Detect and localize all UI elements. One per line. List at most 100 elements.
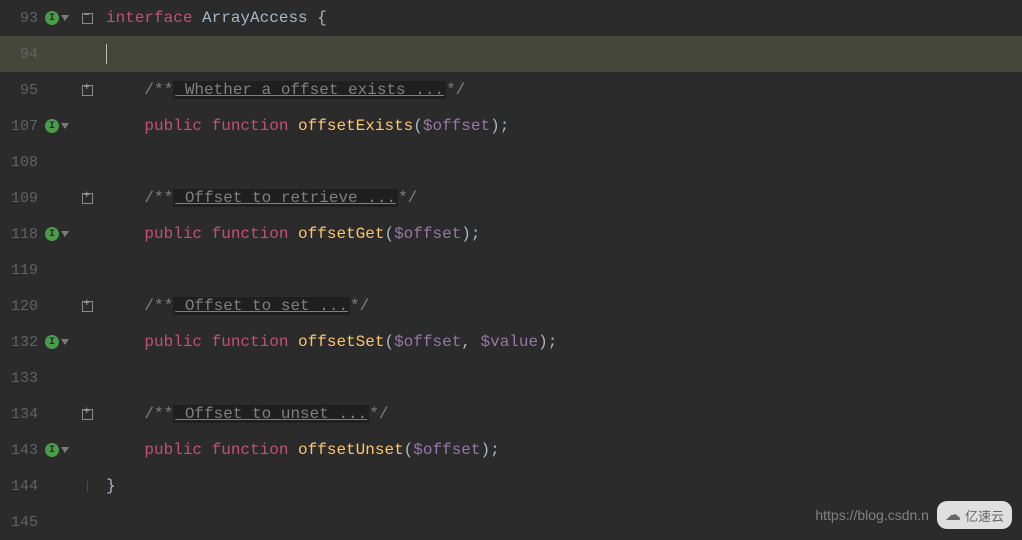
- token-kw2: interface: [106, 9, 192, 27]
- line-number: 119: [0, 262, 44, 279]
- fold-column: [72, 481, 102, 492]
- code-line[interactable]: 144}: [0, 468, 1022, 504]
- code-line[interactable]: 95 /** Whether a offset exists ...*/: [0, 72, 1022, 108]
- token-comment: */: [398, 189, 417, 207]
- token-kw2: function: [212, 225, 289, 243]
- implements-marker-icon[interactable]: I: [44, 443, 69, 457]
- watermark-brand: 亿速云: [965, 506, 1004, 525]
- token-punct: [202, 333, 212, 351]
- fold-column: [72, 85, 102, 96]
- code-content[interactable]: public function offsetSet($offset, $valu…: [102, 333, 1022, 351]
- token-punct: [288, 225, 298, 243]
- token-kw2: public: [144, 225, 202, 243]
- code-line[interactable]: 94: [0, 36, 1022, 72]
- line-number: 94: [0, 46, 44, 63]
- watermark: https://blog.csdn.n ☁ 亿速云: [815, 501, 1012, 529]
- watermark-url: https://blog.csdn.n: [815, 507, 929, 523]
- token-comment: */: [350, 297, 369, 315]
- gutter-marker-column: I: [44, 443, 72, 457]
- token-punct: );: [481, 441, 500, 459]
- fold-expand-icon[interactable]: [82, 193, 93, 204]
- code-line[interactable]: 143I public function offsetUnset($offset…: [0, 432, 1022, 468]
- code-line[interactable]: 109 /** Offset to retrieve ...*/: [0, 180, 1022, 216]
- token-fn: offsetGet: [298, 225, 384, 243]
- code-content[interactable]: /** Offset to set ...*/: [102, 297, 1022, 315]
- code-line[interactable]: 134 /** Offset to unset ...*/: [0, 396, 1022, 432]
- token-folded: Offset to set ...: [173, 297, 350, 315]
- implements-marker-icon[interactable]: I: [44, 227, 69, 241]
- line-number: 132: [0, 334, 44, 351]
- token-comment: /**: [144, 189, 173, 207]
- line-number: 120: [0, 298, 44, 315]
- token-kw2: public: [144, 441, 202, 459]
- code-content[interactable]: public function offsetUnset($offset);: [102, 441, 1022, 459]
- fold-collapse-icon[interactable]: [82, 13, 93, 24]
- token-folded: Whether a offset exists ...: [173, 81, 446, 99]
- token-punct: [288, 441, 298, 459]
- line-number: 108: [0, 154, 44, 171]
- token-comment: */: [369, 405, 388, 423]
- code-content[interactable]: }: [102, 477, 1022, 495]
- token-fn: offsetUnset: [298, 441, 404, 459]
- fold-end-icon: [82, 481, 93, 492]
- implements-marker-icon[interactable]: I: [44, 119, 69, 133]
- implements-marker-icon[interactable]: I: [44, 335, 69, 349]
- token-punct: [288, 333, 298, 351]
- token-folded: Offset to retrieve ...: [173, 189, 398, 207]
- fold-expand-icon[interactable]: [82, 409, 93, 420]
- token-punct: [202, 117, 212, 135]
- line-number: 107: [0, 118, 44, 135]
- token-punct: (: [384, 225, 394, 243]
- code-line[interactable]: 118I public function offsetGet($offset);: [0, 216, 1022, 252]
- text-cursor: [106, 44, 107, 64]
- code-line[interactable]: 132I public function offsetSet($offset, …: [0, 324, 1022, 360]
- code-line[interactable]: 93Iinterface ArrayAccess {: [0, 0, 1022, 36]
- token-folded: Offset to unset ...: [173, 405, 369, 423]
- token-var: $value: [481, 333, 539, 351]
- line-number: 134: [0, 406, 44, 423]
- fold-expand-icon[interactable]: [82, 85, 93, 96]
- token-var: $offset: [394, 225, 461, 243]
- code-content[interactable]: /** Offset to retrieve ...*/: [102, 189, 1022, 207]
- gutter-marker-column: I: [44, 11, 72, 25]
- code-content[interactable]: /** Offset to unset ...*/: [102, 405, 1022, 423]
- line-number: 118: [0, 226, 44, 243]
- token-punct: );: [461, 225, 480, 243]
- code-line[interactable]: 119: [0, 252, 1022, 288]
- watermark-logo: ☁ 亿速云: [937, 501, 1012, 529]
- token-kw2: function: [212, 333, 289, 351]
- token-punct: [202, 225, 212, 243]
- token-punct: (: [404, 441, 414, 459]
- token-var: $offset: [413, 441, 480, 459]
- token-var: $offset: [423, 117, 490, 135]
- code-editor[interactable]: 93Iinterface ArrayAccess { 94 95 /** Wheth…: [0, 0, 1022, 540]
- line-number: 133: [0, 370, 44, 387]
- token-punct: ,: [461, 333, 480, 351]
- fold-column: [72, 409, 102, 420]
- token-punct: ArrayAccess {: [192, 9, 326, 27]
- token-fn: offsetSet: [298, 333, 384, 351]
- code-content[interactable]: public function offsetGet($offset);: [102, 225, 1022, 243]
- line-number: 143: [0, 442, 44, 459]
- code-line[interactable]: 107I public function offsetExists($offse…: [0, 108, 1022, 144]
- code-content[interactable]: interface ArrayAccess {: [102, 9, 1022, 27]
- code-line[interactable]: 133: [0, 360, 1022, 396]
- token-var: $offset: [394, 333, 461, 351]
- token-kw2: function: [212, 441, 289, 459]
- gutter-marker-column: I: [44, 335, 72, 349]
- line-number: 145: [0, 514, 44, 531]
- gutter-marker-column: I: [44, 227, 72, 241]
- code-content[interactable]: [102, 44, 1022, 64]
- fold-column: [72, 301, 102, 312]
- token-punct: [202, 441, 212, 459]
- fold-expand-icon[interactable]: [82, 301, 93, 312]
- implements-marker-icon[interactable]: I: [44, 11, 69, 25]
- token-kw2: public: [144, 117, 202, 135]
- token-punct: );: [538, 333, 557, 351]
- code-content[interactable]: public function offsetExists($offset);: [102, 117, 1022, 135]
- token-punct: [288, 117, 298, 135]
- token-comment: /**: [144, 405, 173, 423]
- code-line[interactable]: 108: [0, 144, 1022, 180]
- code-content[interactable]: /** Whether a offset exists ...*/: [102, 81, 1022, 99]
- code-line[interactable]: 120 /** Offset to set ...*/: [0, 288, 1022, 324]
